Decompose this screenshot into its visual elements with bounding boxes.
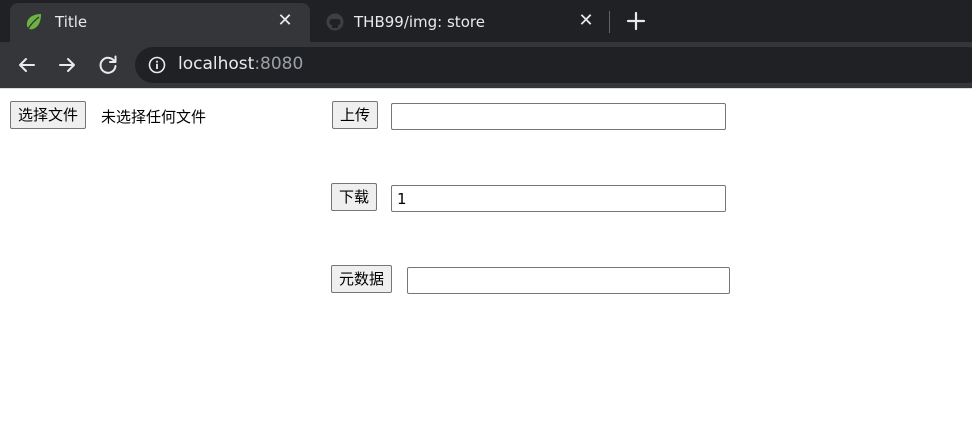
tab-strip: Title ✕ THB99/img: store ✕	[0, 0, 972, 42]
back-arrow-icon[interactable]	[15, 53, 39, 77]
forward-arrow-icon[interactable]	[55, 53, 79, 77]
address-bar[interactable]: localhost:8080	[135, 47, 972, 83]
url-host: localhost	[178, 54, 255, 74]
tab-separator	[609, 11, 610, 33]
reload-icon[interactable]	[96, 53, 120, 77]
metadata-button[interactable]: 元数据	[331, 265, 393, 293]
close-tab-icon[interactable]: ✕	[274, 10, 296, 32]
choose-file-button[interactable]: 选择文件	[10, 101, 87, 129]
github-icon	[325, 12, 345, 32]
tab-github-label: THB99/img: store	[354, 13, 485, 31]
browser-toolbar: localhost:8080	[0, 42, 972, 88]
close-tab-icon[interactable]: ✕	[575, 10, 597, 32]
page-content: 选择文件 未选择任何文件 上传 下载 元数据	[0, 89, 972, 424]
no-file-selected-text: 未选择任何文件	[101, 108, 207, 126]
site-info-icon[interactable]	[148, 56, 166, 74]
upload-input[interactable]	[391, 103, 726, 130]
metadata-input[interactable]	[407, 267, 730, 294]
spring-leaf-icon	[24, 12, 44, 32]
url-text: localhost:8080	[178, 54, 303, 74]
new-tab-plus-icon[interactable]	[623, 8, 649, 34]
upload-button[interactable]: 上传	[332, 101, 379, 129]
tab-title-page[interactable]: Title ✕	[10, 3, 310, 42]
download-input[interactable]	[391, 185, 726, 212]
tab-title-label: Title	[55, 13, 88, 31]
download-button[interactable]: 下载	[331, 183, 378, 211]
tab-github-store[interactable]: THB99/img: store ✕	[313, 3, 609, 42]
url-port: :8080	[254, 54, 304, 74]
